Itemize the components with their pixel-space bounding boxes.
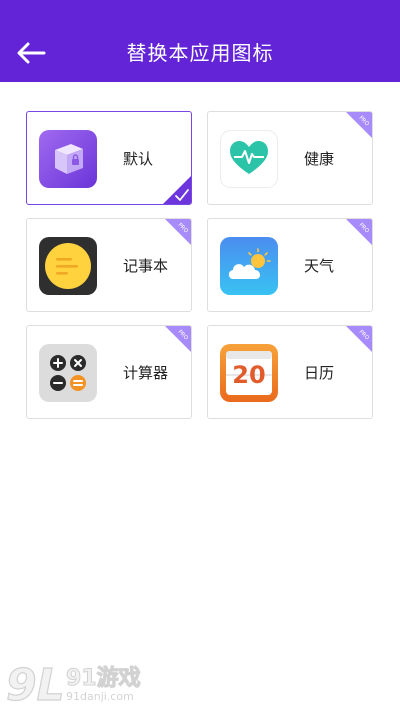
watermark-url: 91danji.com (66, 690, 134, 703)
page-title: 替换本应用图标 (126, 41, 274, 65)
icon-option-label: 日历 (304, 364, 335, 382)
icon-option-label: 天气 (304, 257, 335, 275)
icon-option-weather[interactable]: 天气 PRO (207, 218, 373, 312)
cube-lock-icon (39, 130, 97, 188)
top-app-bar: 替换本应用图标 (0, 0, 400, 82)
calculator-icon (39, 344, 97, 402)
notepad-icon (39, 237, 97, 295)
pro-badge: PRO (346, 112, 372, 138)
icon-option-notepad[interactable]: 记事本 PRO (26, 218, 192, 312)
icon-option-default[interactable]: 默认 (26, 111, 192, 205)
pro-badge: PRO (165, 326, 191, 352)
pro-badge: PRO (165, 219, 191, 245)
pro-badge: PRO (346, 219, 372, 245)
icon-option-label: 默认 (123, 150, 154, 168)
checkmark-icon (163, 176, 191, 204)
calendar-icon: 20 (220, 344, 278, 402)
heart-pulse-icon (220, 130, 278, 188)
svg-text:9L: 9L (6, 660, 64, 708)
watermark-logo: 9L (5, 659, 65, 710)
icon-option-label: 健康 (304, 150, 335, 168)
pro-badge: PRO (346, 326, 372, 352)
icon-option-health[interactable]: 健康 PRO (207, 111, 373, 205)
watermark-brand: 91游戏 (66, 666, 142, 692)
icon-option-calculator[interactable]: 计算器 PRO (26, 325, 192, 419)
watermark: 9L 91游戏 91danji.com (4, 656, 144, 710)
icon-option-label: 计算器 (123, 364, 169, 382)
icon-option-label: 记事本 (123, 257, 169, 275)
svg-text:20: 20 (232, 361, 265, 389)
weather-cloud-sun-icon (220, 237, 278, 295)
icon-option-calendar[interactable]: 20 日历 PRO (207, 325, 373, 419)
